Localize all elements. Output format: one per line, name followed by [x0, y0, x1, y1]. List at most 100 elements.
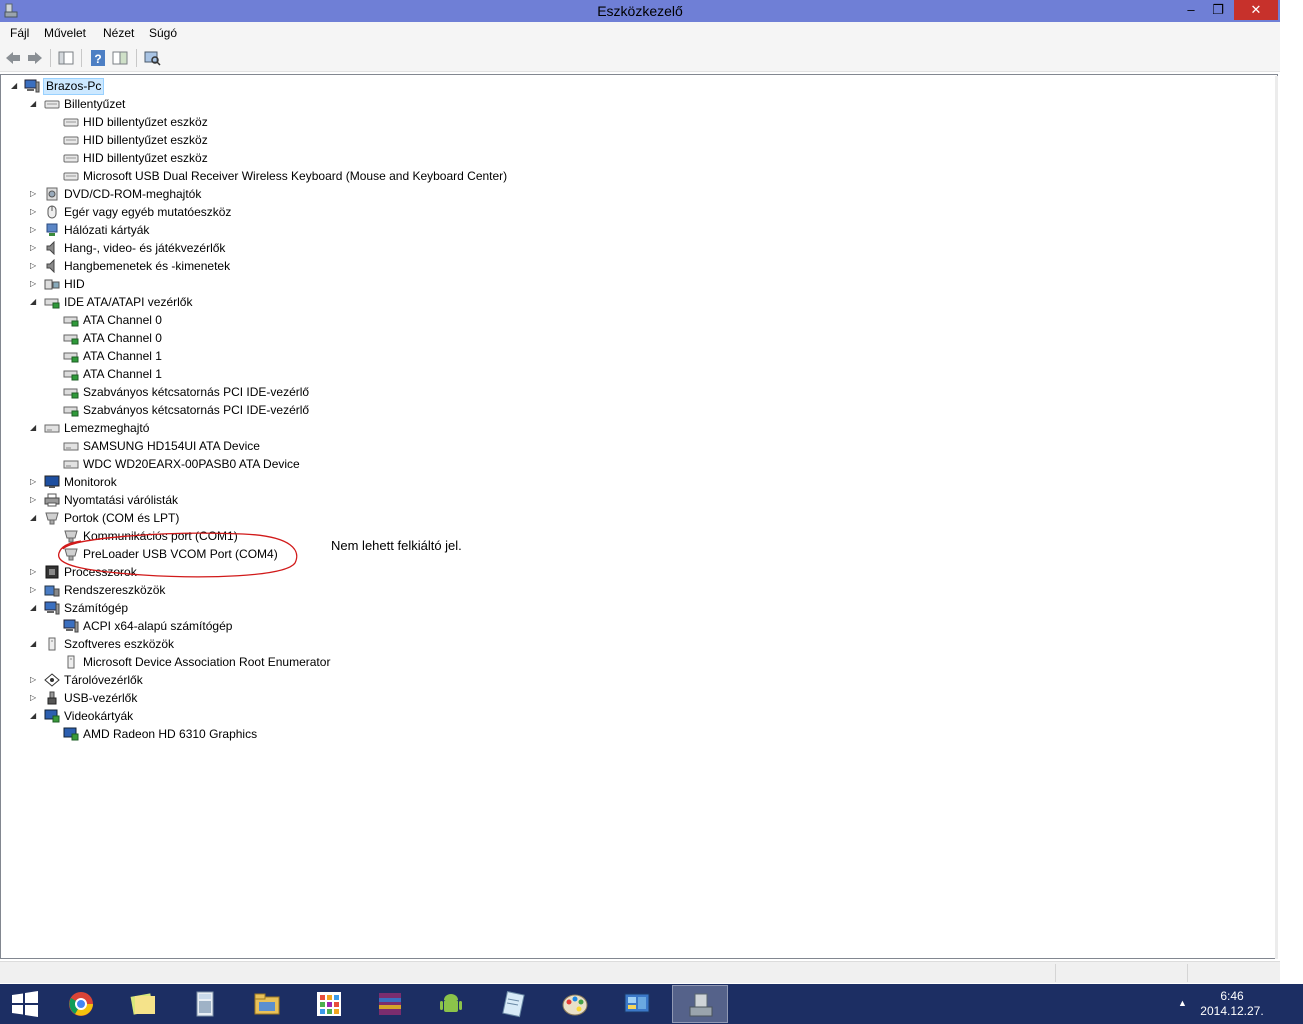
title-bar[interactable]: Eszközkezelő – ❐ ✕ [0, 0, 1280, 22]
taskbar-app[interactable] [177, 985, 233, 1023]
collapse-triangle-icon[interactable]: ◢ [30, 599, 40, 617]
tree-item-label: WDC WD20EARX-00PASB0 ATA Device [83, 457, 300, 471]
tree-item-label: IDE ATA/ATAPI vezérlők [64, 295, 193, 309]
ide-controller-icon [44, 298, 60, 309]
tree-item-label: AMD Radeon HD 6310 Graphics [83, 727, 258, 741]
expand-triangle-icon[interactable]: ▷ [30, 203, 40, 221]
taskbar-app[interactable] [609, 985, 665, 1023]
chrome-icon [69, 992, 93, 1016]
sticky-notes-icon [130, 993, 155, 1015]
tree-item-label: Tárolóvezérlők [64, 673, 143, 687]
menu-file[interactable]: Fájl [10, 26, 29, 40]
usb-icon [47, 691, 57, 705]
printer-icon [44, 493, 60, 507]
taskbar-app[interactable] [547, 985, 603, 1023]
collapse-triangle-icon[interactable]: ◢ [30, 95, 40, 113]
tree-item-label: DVD/CD-ROM-meghajtók [64, 187, 202, 201]
keyboard-icon [63, 136, 79, 145]
back-arrow-icon[interactable] [4, 49, 22, 67]
clock[interactable]: 6:46 2014.12.27. [1200, 989, 1264, 1019]
taskbar-app[interactable] [362, 985, 418, 1023]
collapse-triangle-icon[interactable]: ◢ [30, 707, 40, 725]
taskbar-app[interactable] [485, 985, 541, 1023]
tree-item-label: Microsoft USB Dual Receiver Wireless Key… [83, 169, 508, 183]
keyboard-icon [63, 118, 79, 127]
disk-drive-icon [63, 442, 79, 451]
expand-triangle-icon[interactable]: ▷ [30, 581, 40, 599]
taskbar-app[interactable] [672, 985, 728, 1023]
expand-triangle-icon[interactable]: ▷ [30, 239, 40, 257]
tree-item-label: ATA Channel 1 [83, 349, 162, 363]
tree-item-label: Szabványos kétcsatornás PCI IDE-vezérlő [83, 385, 310, 399]
tree-item-label: Microsoft Device Association Root Enumer… [83, 655, 331, 669]
android-icon [440, 994, 462, 1012]
taskbar-app[interactable] [423, 985, 479, 1023]
window-title: Eszközkezelő [597, 3, 683, 19]
display-adapter-icon [44, 709, 60, 723]
expand-triangle-icon[interactable]: ▷ [30, 563, 40, 581]
annotation-text: Nem lehett felkiáltó jel. [331, 538, 462, 553]
computer-icon [63, 619, 79, 633]
console-tree-icon[interactable] [57, 49, 75, 67]
expand-triangle-icon[interactable]: ▷ [30, 491, 40, 509]
menu-help[interactable]: Súgó [149, 26, 177, 40]
tray-overflow-icon[interactable]: ▲ [1178, 998, 1187, 1008]
expand-triangle-icon[interactable]: ▷ [30, 671, 40, 689]
software-device-icon [67, 655, 75, 669]
taskbar-app[interactable] [239, 985, 295, 1023]
restore-button[interactable]: ❐ [1206, 0, 1230, 20]
calculator-icon [196, 991, 214, 1017]
expand-triangle-icon[interactable]: ▷ [30, 689, 40, 707]
menu-view[interactable]: Nézet [103, 26, 134, 40]
tree-item-label: Szabványos kétcsatornás PCI IDE-vezérlő [83, 403, 310, 417]
tree-item-label: ACPI x64-alapú számítógép [83, 619, 233, 633]
expand-triangle-icon[interactable]: ▷ [30, 473, 40, 491]
collapse-triangle-icon[interactable]: ◢ [30, 293, 40, 311]
storage-controller-icon [44, 673, 60, 687]
clock-time: 6:46 [1220, 989, 1244, 1003]
tree-item-label: USB-vezérlők [64, 691, 138, 705]
clock-date: 2014.12.27. [1200, 1004, 1264, 1018]
tree-item-label: Szoftveres eszközök [64, 637, 175, 651]
menu-action[interactable]: Művelet [44, 26, 86, 40]
disk-drive-icon [44, 424, 60, 433]
speaker-icon [46, 241, 55, 255]
forward-arrow-icon[interactable] [26, 49, 44, 67]
keyboard-icon [63, 172, 79, 181]
ide-controller-icon [63, 334, 79, 345]
collapse-triangle-icon[interactable]: ◢ [30, 509, 40, 527]
tree-item-label: Számítógép [64, 601, 129, 615]
tree-item-label: SAMSUNG HD154UI ATA Device [83, 439, 260, 453]
expand-triangle-icon[interactable]: ▷ [30, 185, 40, 203]
ide-controller-icon [63, 370, 79, 381]
tree-item-label: Nyomtatási várólisták [64, 493, 179, 507]
store-apps-icon [317, 992, 341, 1016]
expand-triangle-icon[interactable]: ▷ [30, 257, 40, 275]
monitor-icon [44, 475, 60, 488]
toolbar: ? [0, 44, 1280, 72]
notepad-icon [502, 990, 525, 1018]
computer-root-icon [24, 79, 40, 93]
collapse-triangle-icon[interactable]: ◢ [30, 419, 40, 437]
minimize-button[interactable]: – [1180, 0, 1202, 20]
taskbar-app[interactable] [115, 985, 171, 1023]
port-icon [45, 512, 59, 525]
close-button[interactable]: ✕ [1234, 0, 1278, 20]
collapse-triangle-icon[interactable]: ◢ [30, 635, 40, 653]
properties-icon[interactable] [111, 49, 129, 67]
start-windows-icon[interactable] [11, 991, 39, 1017]
expand-triangle-icon[interactable]: ▷ [30, 221, 40, 239]
taskbar-app[interactable] [53, 985, 109, 1023]
collapse-triangle-icon[interactable]: ◢ [11, 77, 21, 95]
control-panel-icon [624, 993, 650, 1013]
device-tree[interactable]: ◢ Brazos-Pc ◢ Billentyűzet HID billentyűzet … [0, 74, 1278, 959]
taskbar: ▲ 6:46 2014.12.27. [0, 984, 1303, 1024]
scan-hardware-icon[interactable] [143, 49, 161, 67]
hid-icon [44, 279, 60, 290]
taskbar-app[interactable] [301, 985, 357, 1023]
vertical-scrollbar[interactable] [1275, 76, 1278, 959]
help-icon[interactable]: ? [89, 49, 107, 67]
ide-controller-icon [63, 406, 79, 417]
expand-triangle-icon[interactable]: ▷ [30, 275, 40, 293]
tree-item-label: HID billentyűzet eszköz [83, 133, 208, 147]
